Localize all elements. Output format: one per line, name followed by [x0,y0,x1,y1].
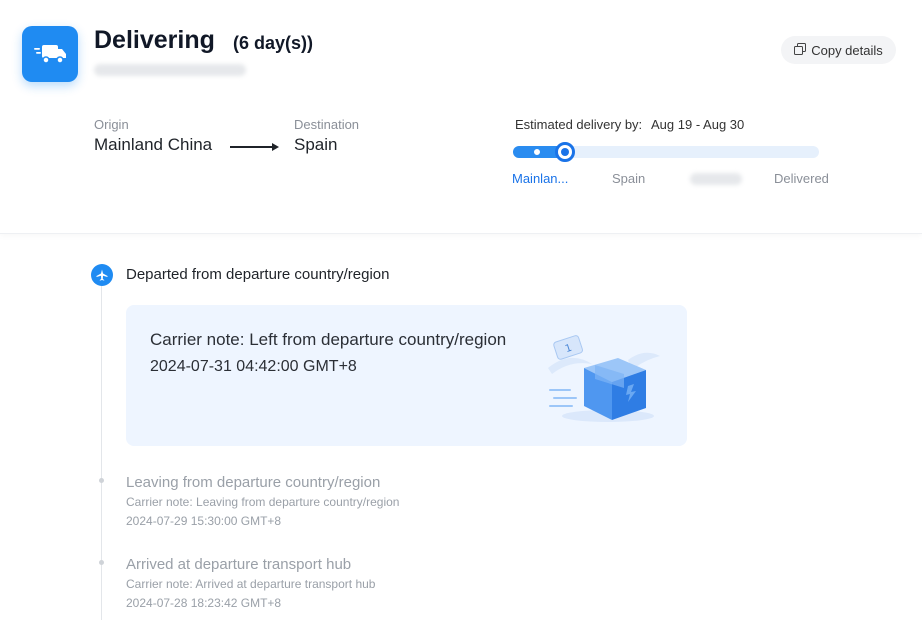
timeline-dot [99,560,104,565]
estimated-delivery-value: Aug 19 - Aug 30 [651,117,745,132]
copy-icon [794,42,807,58]
destination-value: Spain [294,135,338,154]
copy-details-button[interactable]: Copy details [781,36,896,64]
airplane-icon [91,264,113,286]
history-event-time: 2024-07-29 15:30:00 GMT+8 [126,514,282,528]
truck-icon [22,26,78,82]
stage-origin: Mainlan... [512,171,569,186]
history-event-note: Carrier note: Arrived at departure trans… [126,577,376,591]
progress-start-dot [532,147,542,157]
status-duration: (6 day(s)) [233,33,314,53]
latest-event-note: Carrier note: Left from departure countr… [150,330,507,349]
copy-details-label: Copy details [811,42,883,58]
timeline-line [101,286,102,620]
estimated-delivery-label: Estimated delivery by: [515,117,643,132]
package-illustration: 1 [540,330,664,431]
history-event-title: Arrived at departure transport hub [126,556,352,573]
route-arrow-icon [230,139,280,157]
stage-destination-country: Spain [612,171,646,186]
timeline-dot [99,478,104,483]
progress-current-marker [555,142,575,162]
destination-label: Destination [294,117,360,132]
history-event-title: Leaving from departure country/region [126,474,381,491]
tracking-number-redacted [94,64,246,76]
origin-value: Mainland China [94,135,213,154]
history-event-time: 2024-07-28 18:23:42 GMT+8 [126,596,282,610]
stage-delivered: Delivered [774,171,829,186]
status-title: Delivering [94,26,215,54]
latest-event-title: Departed from departure country/region [126,266,390,283]
latest-event-time: 2024-07-31 04:42:00 GMT+8 [150,358,357,375]
origin-label: Origin [94,117,129,132]
history-event-note: Carrier note: Leaving from departure cou… [126,495,400,509]
stage-city-redacted [690,173,742,185]
